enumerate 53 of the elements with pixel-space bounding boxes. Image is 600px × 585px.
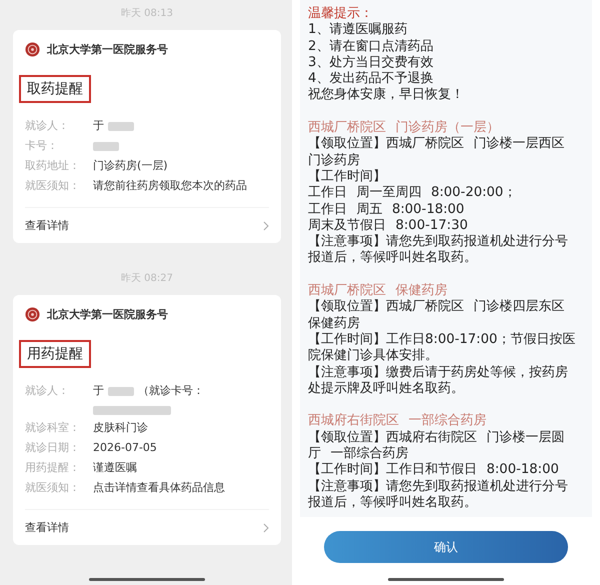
field-value: （就诊卡号： [138,384,204,398]
notice-line: 2、请在窗口点清药品 [308,38,434,55]
field-label: 卡号： [25,139,59,153]
redacted-value [108,386,134,396]
confirm-button[interactable]: 确认 [324,531,568,563]
hospital-logo-icon [25,42,40,57]
field-value: 点击详情查看具体药品信息 [93,481,225,495]
notice-line: 3、处方当日交费有效 [308,54,434,71]
field-value: 于 [93,384,104,398]
message-title: 用药提醒 [19,340,91,368]
field-value: 门诊药房(一层) [93,159,168,173]
pharmacy-info: 【工作时间】 [308,168,387,186]
pharmacy-info: 【注意事项】请您先到取药报道机处进行分号报道后，等候呼叫姓名取药。 [308,234,569,267]
pharmacy-info: 工作日 周一至周四 8:00-20:00； [308,185,518,202]
redacted-value [93,142,119,150]
field-value: 于 [93,119,104,133]
field-value: 皮肤科门诊 [93,421,148,435]
pharmacy-info: 周末及节假日 8:00-17:30 [308,218,469,234]
notice-line: 1、请遵医嘱服药 [308,22,408,39]
message-title: 取药提醒 [19,75,91,103]
field-value: 请您前往药房领取您本次的药品 [93,179,247,193]
field-value: 谨遵医嘱 [93,461,137,475]
pharmacy-info: 【注意事项】请您先到取药报道机处进行分号报道后，等候呼叫姓名取药。 [308,478,569,512]
details-link[interactable]: 查看详情 [25,509,269,537]
pharmacy-info: 【工作时间】工作日和节假日 8:00-18:00 [308,462,560,479]
pharmacy-heading: 西城厂桥院区 门诊药房（一层） [308,120,500,136]
pharmacy-info: 【领取位置】西城厂桥院区 门诊楼四层东区保健药房 [308,299,566,332]
pharmacy-heading: 西城厂桥院区 保健药房 [308,283,448,299]
field-label: 取药地址： [25,159,81,173]
chevron-right-icon [263,220,269,230]
field-label: 就诊人： [25,119,70,133]
notice-line: 祝您身体安康，早日恢复！ [308,87,465,104]
sender-name: 北京大学第一医院服务号 [47,42,168,57]
field-label: 就诊日期： [25,441,81,455]
field-label: 就医须知： [25,481,81,495]
pharmacy-info: 【工作时间】工作日8:00-17:00；节假日按医院保健门诊具体安排。 [308,332,576,365]
redacted-value [108,122,134,130]
pharmacy-heading: 西城府右街院区 一部综合药房 [308,413,488,430]
notice-line: 4、发出药品不予退换 [308,71,434,87]
field-label: 用药提醒： [25,461,81,475]
hospital-logo-icon [25,307,40,322]
field-label: 就医须知： [25,179,81,193]
sender-name: 北京大学第一医院服务号 [47,307,168,322]
field-label: 就诊人： [25,384,70,399]
pharmacy-info: 【注意事项】缴费后请于药房处等候，按药房处提示牌及呼叫姓名取药。 [308,364,569,398]
details-link[interactable]: 查看详情 [25,207,269,235]
pharmacy-info: 【领取位置】西城厂桥院区 门诊楼一层西区门诊药房 [308,136,566,169]
pharmacy-info: 【领取位置】西城府右街院区 门诊楼一层圆厅 一部综合药房 [308,430,566,462]
field-value: 2026-07-05 [93,441,157,455]
chevron-right-icon [263,522,269,532]
field-label: 就诊科室： [25,421,81,435]
notice-title: 温馨提示： [308,6,374,22]
pharmacy-info: 工作日 周五 8:00-18:00 [308,202,466,218]
